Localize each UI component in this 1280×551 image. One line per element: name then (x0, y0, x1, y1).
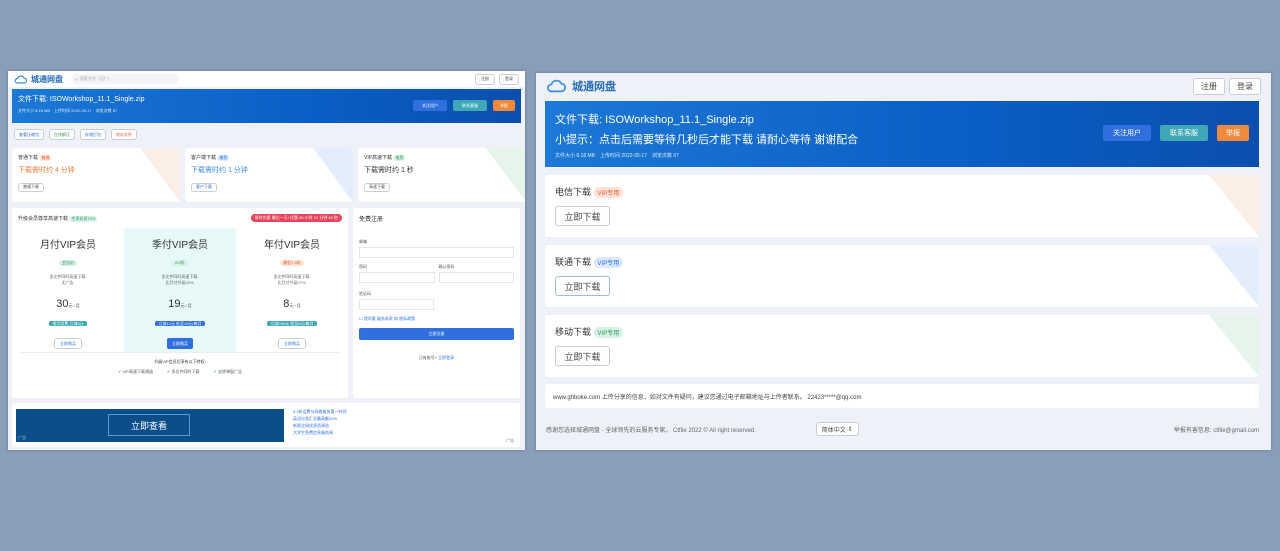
left-page-screenshot: 城通网盘 ⚲ 搜索文件（迅广） 注册 登录 文件下载: ISOWorkshop_… (8, 71, 525, 450)
report-button[interactable]: 举报 (493, 100, 515, 111)
telecom-download-card: 电信下载 VIP专用 立即下载 (545, 175, 1259, 237)
captcha-field[interactable] (359, 299, 434, 310)
login-button[interactable]: 登录 (1229, 77, 1261, 95)
normal-download-card: 普通下载 普通 下载需时约 4 分钟 普通下载 (12, 148, 180, 202)
uploader-notice: www.ghboke.com 上传分享的信息，如对文件有疑问，建议您通过电子邮箱… (545, 384, 1259, 408)
chevron-updown-icon: ⇕ (847, 426, 853, 433)
left-topbar: 城通网盘 ⚲ 搜索文件（迅广） 注册 登录 (8, 71, 525, 87)
register-submit-button[interactable]: 立即注册 (359, 328, 514, 340)
left-file-banner: 文件下载: ISOWorkshop_11.1_Single.zip 文件大小 8… (12, 89, 521, 123)
register-form-card: 免费注册 邮箱 密码 确认密码 验证码 ☐ 我同意 服务条款 和 隐私政策 立即… (353, 208, 520, 398)
client-download-button[interactable]: 客户下载 (191, 182, 217, 192)
plan-list: 月付VIP会员 会员价 多文件同时高速下载, 无广告, 30元 / 月 按月续费… (12, 228, 348, 352)
mobile-download-button[interactable]: 立即下载 (555, 346, 610, 366)
ad-links: 9.9折话费与网络服务第一时间 英语分类汇总最高额20% 新版全网优质资源站 大… (293, 408, 347, 436)
check-icon: ✔ (166, 369, 171, 374)
search-input[interactable]: ⚲ 搜索文件（迅广） (71, 74, 179, 84)
email-field[interactable] (359, 247, 514, 258)
vip-badge: VIP专用 (593, 257, 624, 268)
contact-support-button[interactable]: 联系客服 (453, 100, 487, 111)
vip-download-button[interactable]: 高速下载 (364, 182, 390, 192)
perk-item: ✔ 多文件同时下载 (166, 369, 200, 374)
right-topbar: 城通网盘 注册 登录 (536, 73, 1271, 99)
ad-link[interactable]: 新版全网优质资源站 (293, 422, 347, 429)
unicom-download-button[interactable]: 立即下载 (555, 276, 610, 296)
agree-checkbox[interactable]: ☐ 我同意 服务条款 和 隐私政策 (359, 316, 514, 322)
right-page-screenshot: 城通网盘 注册 登录 文件下载: ISOWorkshop_11.1_Single… (536, 73, 1271, 450)
promo-countdown: 限时优惠 最后一天! 优惠 00 小时 21 分钟 45 秒 (250, 214, 342, 222)
ad-view-button[interactable]: 立即查看 (108, 414, 190, 436)
cloud-logo-icon (14, 74, 27, 84)
ad-link[interactable]: 大学生免费信息服务网 (293, 429, 347, 436)
login-link[interactable]: 立即登录 (438, 355, 454, 360)
right-file-banner: 文件下载: ISOWorkshop_11.1_Single.zip 小提示：点击… (545, 101, 1259, 167)
search-icon: ⚲ (75, 76, 78, 82)
plan-quarterly: 季付VIP会员 8.5折 多文件同时高速下载, 比月付节省20%, 19元 / … (124, 228, 236, 352)
right-logo[interactable]: 城通网盘 (546, 78, 616, 94)
tab-save-file[interactable]: 转存文件 (111, 129, 137, 140)
report-button[interactable]: 举报 (1217, 125, 1249, 141)
register-button[interactable]: 注册 (1193, 77, 1225, 95)
tab-pack[interactable]: 存储打包 (80, 129, 106, 140)
vip-plans-card: 升级会员尊享高速下载 专享折扣70% 限时优惠 最后一天! 优惠 00 小时 2… (12, 208, 348, 398)
client-download-card: 客户端下载 推荐 下载需时约 1 分钟 客户下载 (185, 148, 353, 202)
language-select[interactable]: 简体中文 ⇕ (815, 422, 859, 436)
left-tool-tabs: 查看压缩包 在线解压 存储打包 转存文件 (14, 129, 525, 140)
telecom-download-button[interactable]: 立即下载 (555, 206, 610, 226)
register-button[interactable]: 注册 (475, 73, 495, 85)
plan-yearly: 年付VIP会员 最低7.5折 多文件同时高速下载, 比月付节省27%, 8元 /… (236, 228, 348, 352)
vip-badge: VIP专用 (593, 187, 624, 198)
file-meta: 文件大小 8.18 MB 上传时间 2022-05-17 浏览次数 67 (555, 153, 679, 159)
cloud-logo-icon (547, 79, 566, 93)
confirm-password-field[interactable] (438, 272, 514, 283)
unicom-download-card: 联通下载 VIP专用 立即下载 (545, 245, 1259, 307)
buy-quarterly-button[interactable]: 立即购买 (167, 338, 193, 349)
buy-monthly-button[interactable]: 立即购买 (54, 338, 82, 349)
tab-online-extract[interactable]: 在线解压 (49, 129, 75, 140)
left-logo[interactable]: 城通网盘 ⚲ 搜索文件（迅广） (14, 74, 179, 85)
contact-support-button[interactable]: 联系客服 (1160, 125, 1208, 141)
buy-yearly-button[interactable]: 立即购买 (278, 338, 306, 349)
vip-download-card: VIP高速下载 推荐 下载需时约 1 秒 高速下载 (358, 148, 525, 202)
check-icon: ✔ (118, 369, 122, 374)
tab-view-archive[interactable]: 查看压缩包 (14, 129, 44, 140)
perk-item: ✔ 去除弹窗广告 (213, 369, 242, 374)
right-footer: 感谢您选择城通网盘 - 全球领先的云服务专家。 Ctfile 2022 © Al… (546, 419, 1259, 439)
left-download-options: 普通下载 普通 下载需时约 4 分钟 普通下载 客户端下载 推荐 下载需时约 1… (12, 148, 525, 202)
vip-badge: VIP专用 (593, 327, 624, 338)
follow-user-button[interactable]: 关注用户 (1103, 125, 1151, 141)
login-button[interactable]: 登录 (499, 73, 519, 85)
plan-monthly: 月付VIP会员 会员价 多文件同时高速下载, 无广告, 30元 / 月 按月续费… (12, 228, 124, 352)
perk-item: ✔ VIP高速下载通道 (118, 369, 153, 374)
normal-download-button[interactable]: 普通下载 (18, 182, 44, 192)
password-field[interactable] (359, 272, 435, 283)
ad-link[interactable]: 英语分类汇总最高额20% (293, 415, 347, 422)
follow-user-button[interactable]: 关注用户 (413, 100, 447, 111)
vip-perks: 升级VIP会员后享有以下特权: ✔ VIP高速下载通道 ✔ 多文件同时下载 ✔ … (20, 352, 340, 375)
check-icon: ✔ (213, 369, 217, 374)
ad-banner[interactable]: 立即查看 广告 (16, 409, 284, 442)
mobile-download-card: 移动下载 VIP专用 立即下载 (545, 315, 1259, 377)
ad-area: 立即查看 广告 9.9折话费与网络服务第一时间 英语分类汇总最高额20% 新版全… (12, 403, 520, 447)
ad-link[interactable]: 9.9折话费与网络服务第一时间 (293, 408, 347, 415)
